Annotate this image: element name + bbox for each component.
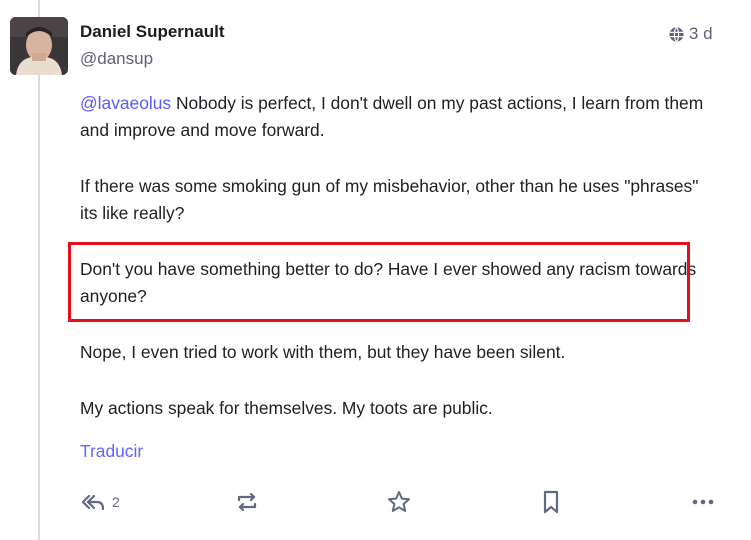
avatar[interactable] (10, 17, 68, 75)
author-name[interactable]: Daniel Supernault (80, 22, 225, 42)
action-bar: 2 (80, 488, 720, 518)
mention-link[interactable]: @lavaeolus (80, 93, 171, 113)
post-paragraph: @lavaeolus Nobody is perfect, I don't dw… (80, 93, 704, 140)
bookmark-icon (543, 490, 559, 514)
star-icon (388, 491, 410, 512)
post-paragraph-highlighted: Don't you have something better to do? H… (80, 259, 697, 306)
post-paragraph: If there was some smoking gun of my misb… (80, 176, 699, 223)
thread-line (38, 0, 40, 540)
author-handle[interactable]: @dansup (80, 49, 153, 69)
avatar-image (10, 17, 68, 75)
bookmark-button[interactable] (538, 488, 564, 516)
post-paragraph: Nope, I even tried to work with them, bu… (80, 342, 566, 362)
reply-count: 2 (112, 494, 120, 510)
boost-button[interactable] (234, 488, 260, 516)
post-paragraph: My actions speak for themselves. My toot… (80, 398, 493, 418)
boost-icon (237, 492, 257, 512)
translate-link[interactable]: Traducir (80, 441, 143, 462)
post-meta: 3 d (668, 24, 713, 44)
more-options-button[interactable] (690, 488, 716, 516)
post-timestamp[interactable]: 3 d (689, 24, 713, 44)
post-content: @lavaeolus Nobody is perfect, I don't dw… (80, 90, 710, 451)
reply-button[interactable]: 2 (80, 488, 120, 516)
reply-all-icon (81, 494, 105, 511)
globe-icon (669, 26, 684, 42)
favourite-button[interactable] (386, 488, 412, 516)
more-icon (692, 499, 714, 505)
